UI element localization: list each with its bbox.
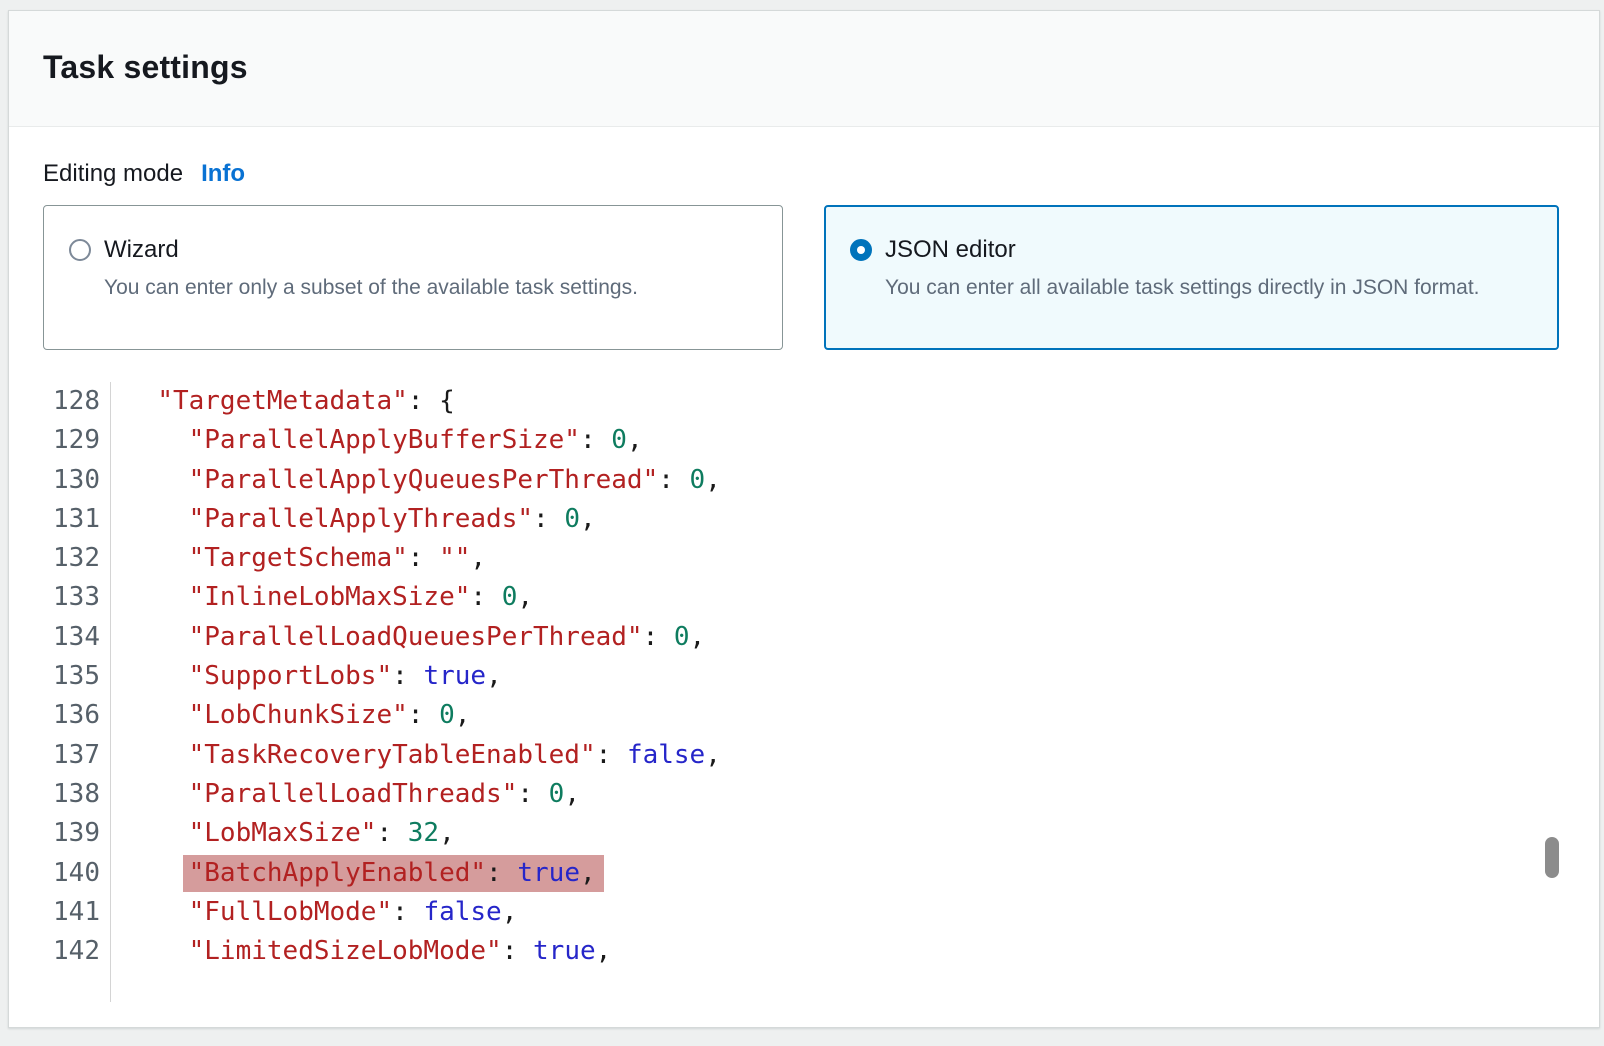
code-line-141[interactable]: "FullLobMode": false, (126, 893, 721, 932)
option-wizard-top: Wizard (69, 236, 758, 264)
line-number: 141 (9, 893, 100, 932)
code-line-131[interactable]: "ParallelApplyThreads": 0, (126, 500, 721, 539)
code-line-128[interactable]: "TargetMetadata": { (126, 382, 721, 421)
line-number: 139 (9, 814, 100, 853)
line-number: 142 (9, 932, 100, 971)
line-number: 129 (9, 421, 100, 460)
option-wizard-label: Wizard (104, 236, 179, 264)
code-line-135[interactable]: "SupportLobs": true, (126, 657, 721, 696)
panel-header: Task settings (9, 11, 1599, 127)
editing-mode-row: Editing mode Info (43, 160, 1565, 188)
option-tile-json-editor[interactable]: JSON editor You can enter all available … (824, 205, 1559, 350)
line-number: 133 (9, 578, 100, 617)
code-line-129[interactable]: "ParallelApplyBufferSize": 0, (126, 421, 721, 460)
page: { "panel": { "title": "Task settings" },… (0, 0, 1604, 1046)
scrollbar-thumb[interactable] (1545, 837, 1559, 878)
panel-body: Editing mode Info Wizard You can enter o… (9, 160, 1599, 1002)
radio-wizard[interactable] (69, 239, 91, 261)
editor-gutter: 1281291301311321331341351361371381391401… (9, 382, 111, 1002)
code-line-140[interactable]: "BatchApplyEnabled": true, (126, 854, 721, 893)
option-json-top: JSON editor (850, 236, 1534, 264)
json-code-editor[interactable]: 1281291301311321331341351361371381391401… (9, 382, 1599, 1002)
editing-mode-label: Editing mode (43, 160, 183, 188)
code-line-138[interactable]: "ParallelLoadThreads": 0, (126, 775, 721, 814)
page-title: Task settings (43, 49, 1599, 86)
code-line-134[interactable]: "ParallelLoadQueuesPerThread": 0, (126, 618, 721, 657)
line-number: 134 (9, 618, 100, 657)
code-line-136[interactable]: "LobChunkSize": 0, (126, 696, 721, 735)
highlighted-code: "BatchApplyEnabled": true, (189, 855, 596, 892)
line-number: 132 (9, 539, 100, 578)
line-number: 136 (9, 696, 100, 735)
line-number: 138 (9, 775, 100, 814)
line-number: 131 (9, 500, 100, 539)
line-number: 140 (9, 854, 100, 893)
option-json-description: You can enter all available task setting… (885, 271, 1485, 305)
code-line-132[interactable]: "TargetSchema": "", (126, 539, 721, 578)
line-number: 128 (9, 382, 100, 421)
code-line-137[interactable]: "TaskRecoveryTableEnabled": false, (126, 736, 721, 775)
option-tile-wizard[interactable]: Wizard You can enter only a subset of th… (43, 205, 783, 350)
task-settings-panel: Task settings Editing mode Info Wizard Y… (8, 10, 1600, 1028)
info-link[interactable]: Info (201, 160, 245, 188)
code-line-142[interactable]: "LimitedSizeLobMode": true, (126, 932, 721, 971)
code-line-130[interactable]: "ParallelApplyQueuesPerThread": 0, (126, 461, 721, 500)
editing-mode-options: Wizard You can enter only a subset of th… (43, 205, 1565, 350)
line-number: 137 (9, 736, 100, 775)
option-json-label: JSON editor (885, 236, 1016, 264)
editor-code[interactable]: "TargetMetadata": { "ParallelApplyBuffer… (111, 382, 721, 1002)
code-line-139[interactable]: "LobMaxSize": 32, (126, 814, 721, 853)
radio-json-editor[interactable] (850, 239, 872, 261)
line-number: 130 (9, 461, 100, 500)
option-wizard-description: You can enter only a subset of the avail… (104, 271, 758, 305)
code-line-133[interactable]: "InlineLobMaxSize": 0, (126, 578, 721, 617)
line-number: 135 (9, 657, 100, 696)
